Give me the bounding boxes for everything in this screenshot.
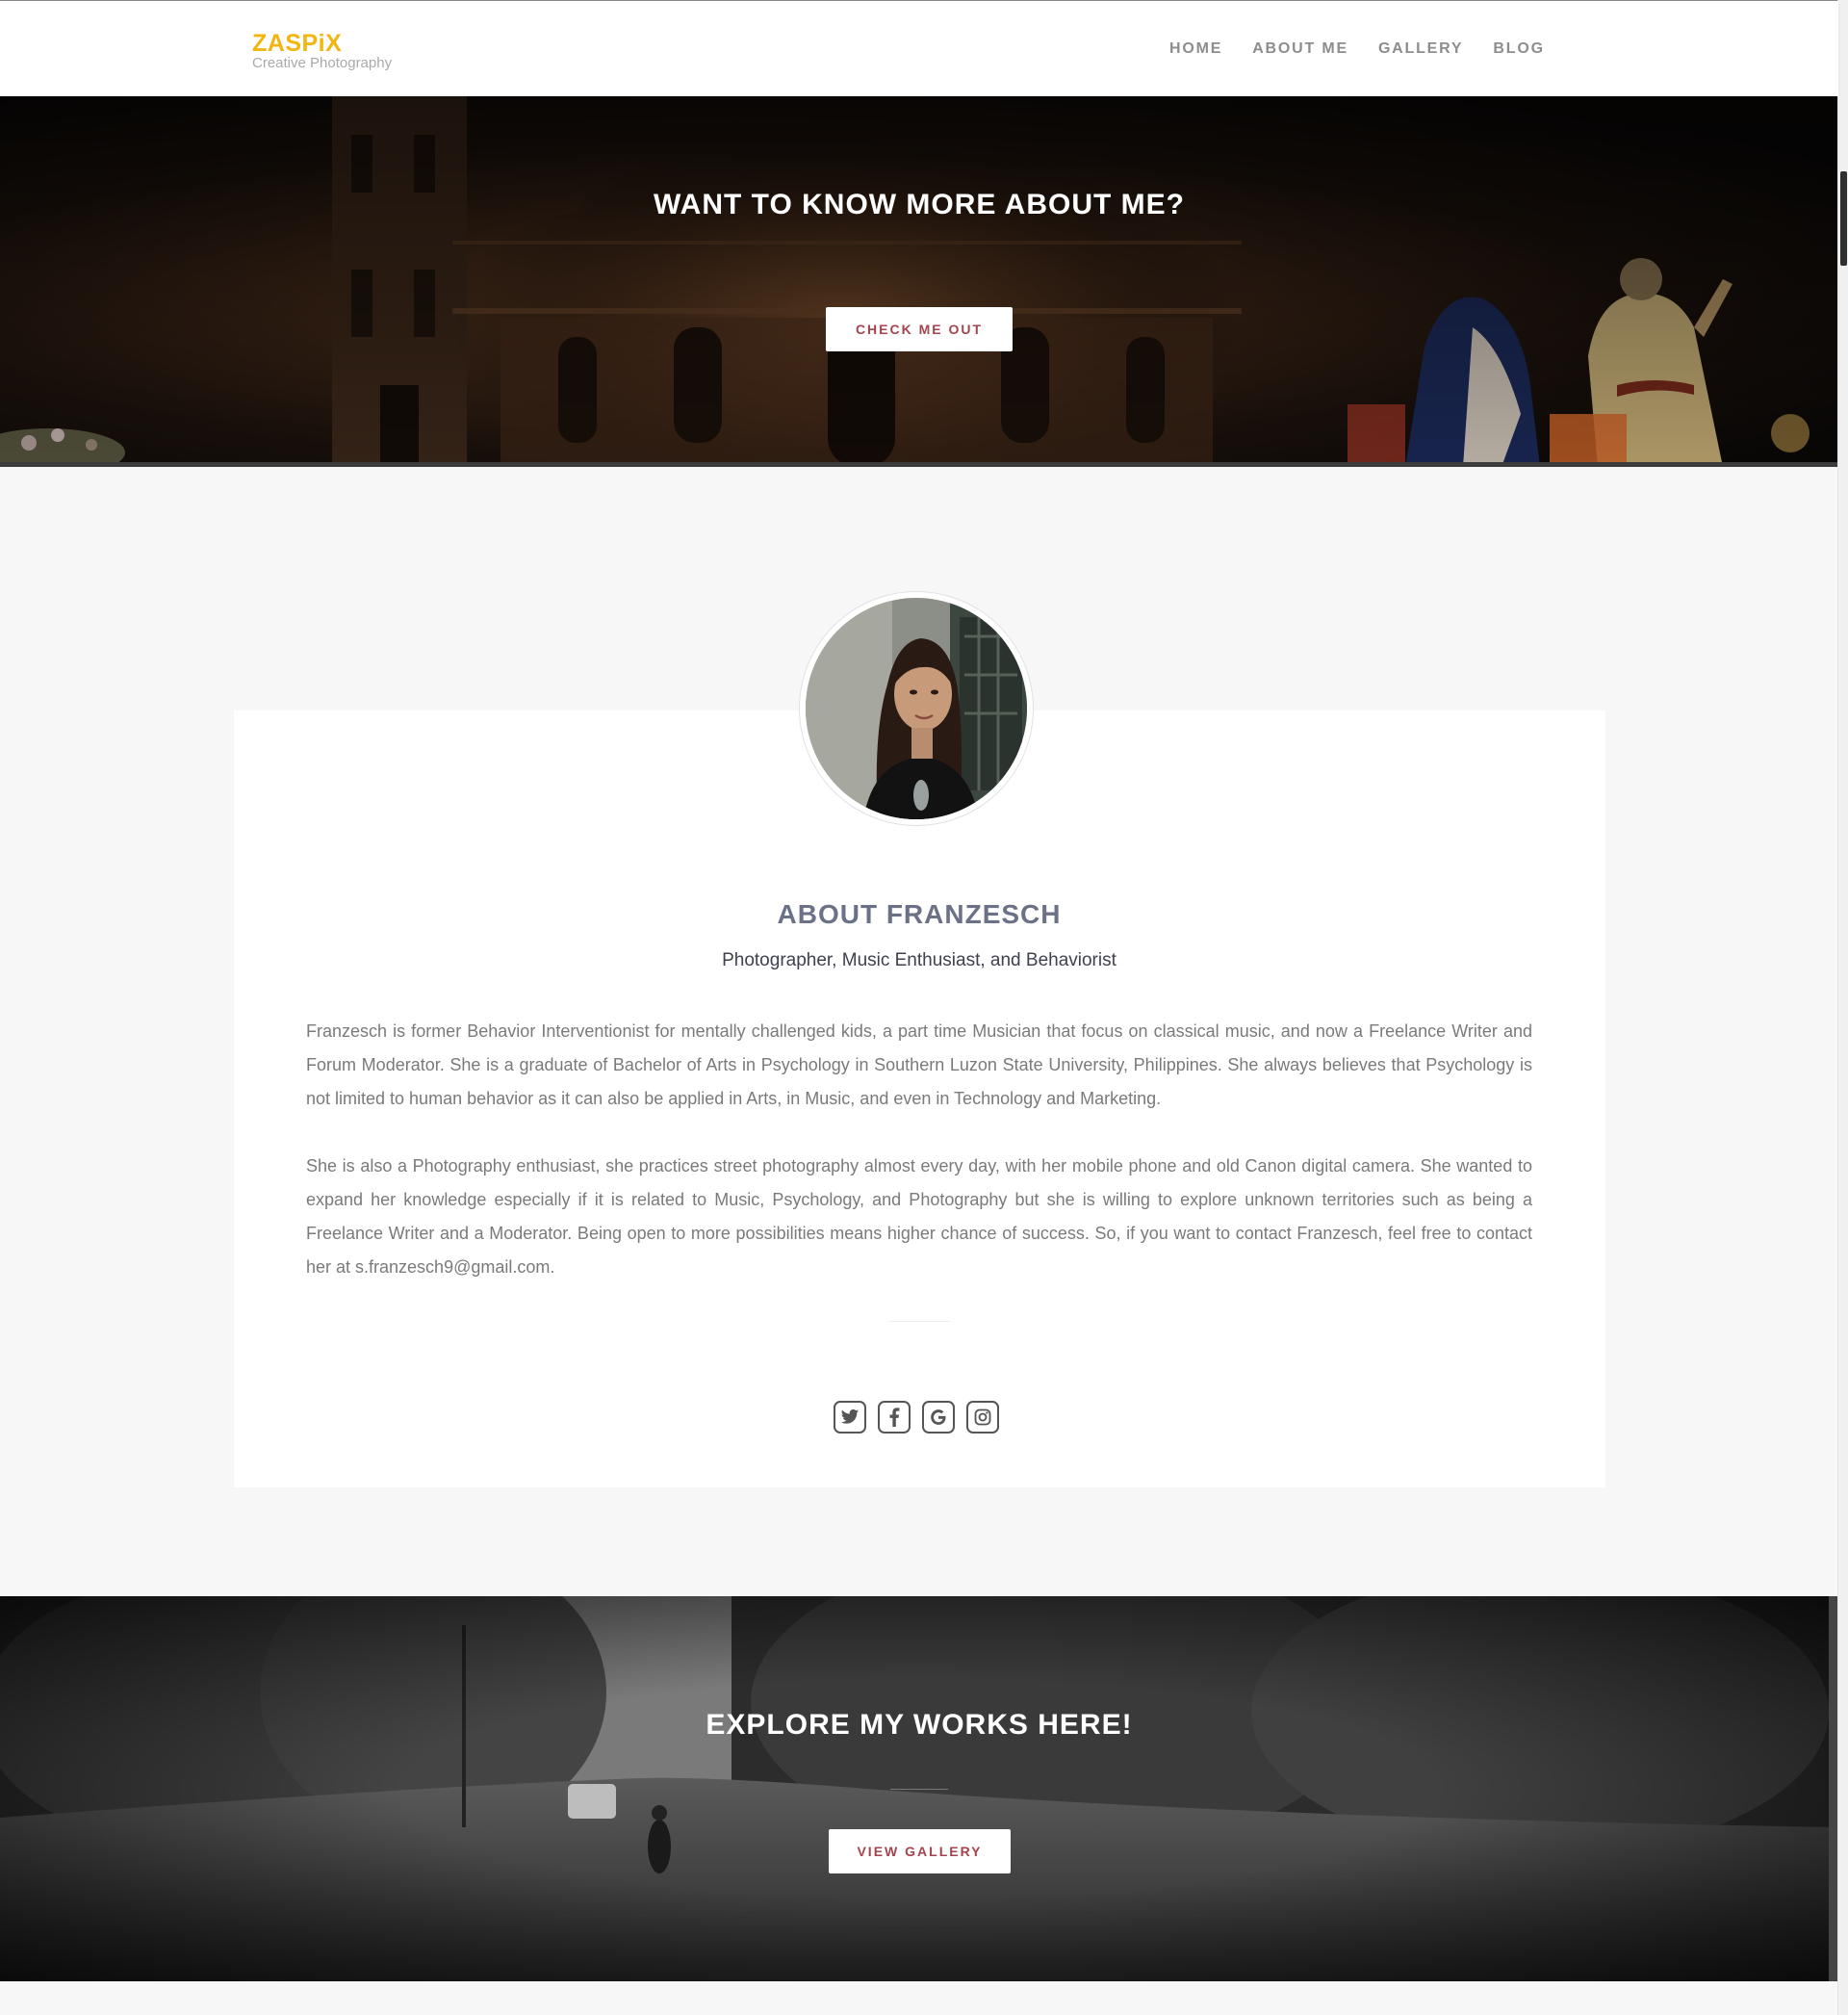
view-gallery-button[interactable]: VIEW GALLERY [829, 1829, 1011, 1873]
profile-avatar [800, 592, 1033, 825]
scrollbar-thumb[interactable] [1840, 171, 1847, 266]
hero-bottom-title: EXPLORE MY WORKS HERE! [706, 1709, 1133, 1741]
facebook-icon[interactable] [878, 1401, 911, 1434]
hero-banner-road: EXPLORE MY WORKS HERE! VIEW GALLERY [0, 1596, 1838, 1981]
social-links [834, 1401, 1011, 1434]
logo-title: ZASPiX [252, 30, 343, 57]
church-night-photo [0, 96, 1838, 467]
instagram-icon[interactable] [966, 1401, 999, 1434]
page-scrollbar[interactable] [1837, 0, 1848, 2015]
nav-gallery[interactable]: GALLERY [1378, 39, 1463, 59]
main-nav: HOME ABOUT ME GALLERY BLOG [1169, 39, 1575, 59]
about-subtitle: Photographer, Music Enthusiast, and Beha… [722, 950, 1116, 970]
hero-title-underline [890, 1789, 948, 1790]
hero-banner-church: WANT TO KNOW MORE ABOUT ME? CHECK ME OUT [0, 96, 1838, 467]
logo-subtitle: Creative Photography [252, 55, 393, 71]
section-divider [888, 1321, 950, 1322]
google-icon[interactable] [922, 1401, 955, 1434]
twitter-icon[interactable] [834, 1401, 866, 1434]
site-header: ZASPiX Creative Photography HOME ABOUT M… [0, 1, 1838, 96]
about-paragraph-1: Franzesch is former Behavior Interventio… [306, 1021, 1532, 1108]
nav-blog[interactable]: BLOG [1493, 39, 1544, 59]
about-title: ABOUT FRANZESCH [777, 899, 1062, 929]
profile-photo [806, 598, 1027, 819]
site-logo[interactable]: ZASPiX Creative Photography [252, 30, 392, 71]
nav-home[interactable]: HOME [1169, 39, 1222, 59]
hero-top-title: WANT TO KNOW MORE ABOUT ME? [654, 189, 1185, 220]
about-paragraph-2: She is also a Photography enthusiast, sh… [306, 1156, 1532, 1277]
hero-bottom-strip [0, 462, 1838, 467]
nav-about-me[interactable]: ABOUT ME [1252, 39, 1348, 59]
check-me-out-button[interactable]: CHECK ME OUT [826, 307, 1013, 351]
